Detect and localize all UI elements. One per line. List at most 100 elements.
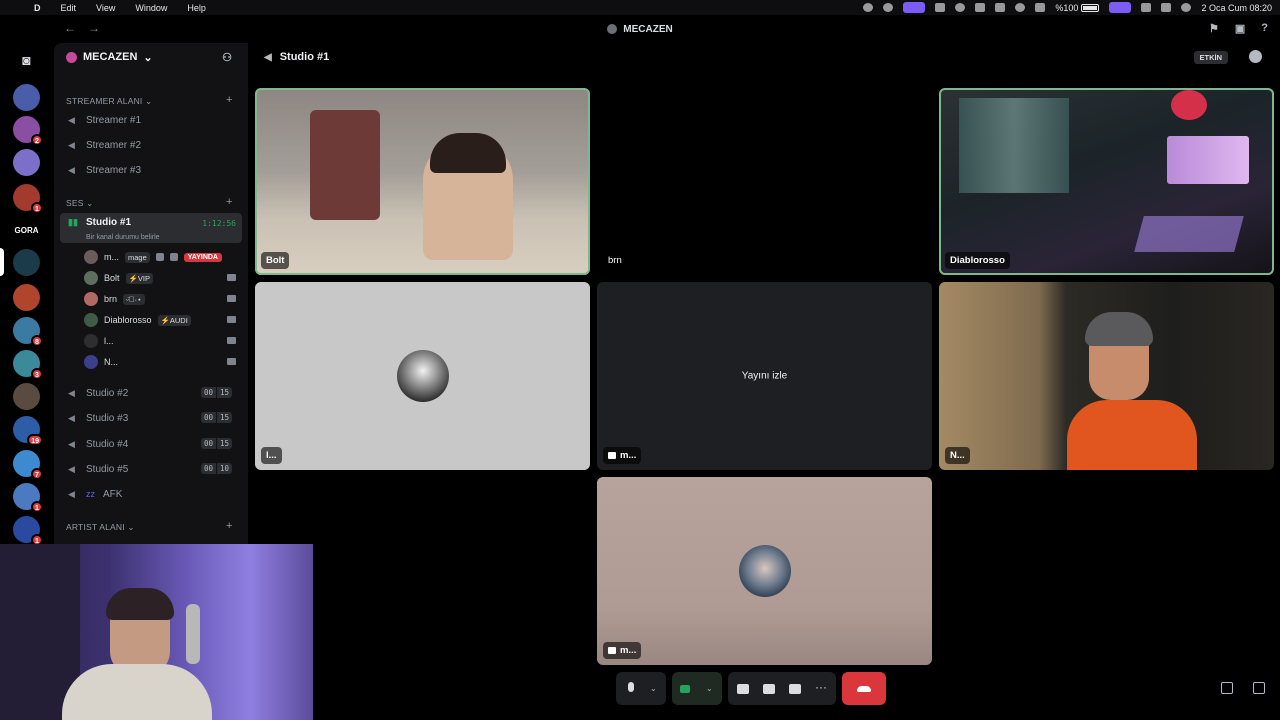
channel-status-prompt[interactable]: Bir kanal durumu belirle — [86, 234, 160, 241]
star-icon[interactable] — [975, 3, 986, 12]
server-icon-13[interactable]: 1 — [13, 483, 43, 513]
voice-member[interactable]: Diablorosso ⚡AUDI — [84, 310, 240, 330]
participant-name: l... — [261, 447, 282, 464]
server-icon-10[interactable] — [13, 383, 40, 410]
discord-home-icon[interactable]: ◙ — [13, 47, 40, 74]
server-icon-14[interactable]: 1 — [13, 516, 43, 546]
video-hat — [1085, 312, 1153, 346]
voice-channel-streamer-3[interactable]: ◀ Streamer #3 — [60, 159, 242, 181]
voice-member[interactable]: m... mage YAYINDA — [84, 247, 240, 267]
video-tile[interactable]: m... — [597, 477, 932, 665]
back-arrow-icon[interactable]: ← — [64, 21, 76, 35]
fullscreen-icon[interactable] — [1253, 682, 1265, 694]
watch-stream-button[interactable]: Yayını izle — [731, 364, 798, 388]
server-icon-7[interactable] — [13, 284, 40, 311]
speaker-icon: ◀ — [68, 488, 75, 499]
menu-app-name[interactable]: D — [24, 3, 51, 13]
invite-people-icon[interactable]: ⚇ — [222, 51, 232, 64]
chevron-down-icon[interactable]: ⌄ — [650, 682, 658, 696]
menu-bar-tray: %100 2 Oca Cum 08:20 — [863, 0, 1272, 15]
server-icon-2[interactable]: 2 — [13, 116, 43, 146]
voice-member[interactable]: Bolt ⚡VIP — [84, 268, 240, 288]
chat-bubble-icon[interactable] — [1249, 50, 1262, 63]
video-tile[interactable]: Bolt — [255, 88, 590, 275]
keyboard-icon[interactable] — [995, 3, 1006, 12]
inbox-icon[interactable]: ▣ — [1235, 22, 1245, 35]
voice-channel-streamer-1[interactable]: ◀ Streamer #1 — [60, 109, 242, 131]
battery-indicator[interactable]: %100 — [1055, 2, 1100, 13]
speaker-icon: ◀ — [68, 412, 75, 423]
video-tile[interactable]: N... — [939, 282, 1274, 470]
camera-icon[interactable] — [680, 682, 694, 696]
grid-icon[interactable] — [935, 3, 946, 12]
voice-member[interactable]: N... — [84, 352, 240, 372]
more-options-icon[interactable]: ··· — [814, 681, 828, 696]
user-limit: 15 — [216, 412, 232, 423]
record-icon[interactable] — [863, 3, 874, 12]
server-icon-11[interactable]: 19 — [13, 416, 43, 446]
server-icon-mecazen[interactable] — [13, 249, 40, 276]
microphone-icon[interactable] — [624, 681, 638, 696]
video-shirt — [1067, 400, 1197, 470]
screen-share-indicator-icon[interactable] — [903, 2, 926, 13]
play-icon[interactable] — [955, 3, 966, 12]
speaker-icon: ◀ — [68, 438, 75, 449]
battery-percent: %100 — [1055, 2, 1079, 13]
add-channel-icon[interactable]: + — [226, 94, 233, 106]
category-ses[interactable]: SES ⌄ + — [66, 196, 232, 209]
voice-member[interactable]: l... — [84, 331, 240, 351]
voice-channel-studio-1[interactable]: ▮▮ Studio #1 1:12:56 Bir kanal durumu be… — [60, 213, 242, 243]
menu-edit[interactable]: Edit — [51, 3, 87, 13]
control-icon[interactable] — [1035, 3, 1046, 12]
popout-icon[interactable] — [1221, 682, 1233, 694]
server-icon-3[interactable] — [13, 149, 40, 176]
menu-window[interactable]: Window — [125, 3, 177, 13]
muted-icon — [155, 253, 164, 261]
stream-tile[interactable]: Yayını izle m... — [597, 282, 932, 470]
flag-icon[interactable]: ⚑ — [1209, 22, 1219, 35]
server-icon-gora[interactable]: GORA — [13, 217, 40, 244]
window-title-text: MECAZEN — [623, 23, 673, 35]
wifi-icon[interactable] — [1141, 3, 1152, 12]
voice-channel-studio-5[interactable]: ◀ Studio #5 00 10 — [60, 458, 242, 480]
member-name: l... — [104, 336, 114, 346]
voice-channel-studio-4[interactable]: ◀ Studio #4 00 15 — [60, 433, 242, 455]
spotlight-search-icon[interactable] — [1015, 3, 1026, 12]
video-tile[interactable]: brn — [597, 88, 932, 275]
chevron-down-icon[interactable]: ⌄ — [706, 682, 714, 696]
soundboard-icon[interactable] — [788, 682, 802, 696]
voice-channel-studio-3[interactable]: ◀ Studio #3 00 15 — [60, 407, 242, 429]
member-name: brn — [104, 294, 118, 304]
forward-arrow-icon[interactable]: → — [88, 21, 100, 35]
app-tray-icon[interactable] — [883, 3, 894, 12]
history-nav: ← → — [64, 21, 100, 35]
menu-bar-clock[interactable]: 2 Oca Cum 08:20 — [1201, 3, 1272, 13]
siri-icon[interactable] — [1181, 3, 1192, 12]
add-channel-icon[interactable]: + — [226, 520, 233, 532]
user-limit: 15 — [216, 438, 232, 449]
activity-badge[interactable]: ETKİN — [1193, 51, 1228, 64]
menu-view[interactable]: View — [86, 3, 125, 13]
control-center-icon[interactable] — [1161, 3, 1172, 12]
server-icon-8[interactable]: 8 — [13, 317, 43, 347]
server-name-header[interactable]: MECAZEN ⌄ ⚇ — [54, 43, 248, 71]
video-tile[interactable]: Diablorosso — [939, 88, 1274, 275]
voice-channel-streamer-2[interactable]: ◀ Streamer #2 — [60, 134, 242, 156]
category-streamer[interactable]: STREAMER ALANI ⌄ + — [66, 94, 232, 107]
menu-help[interactable]: Help — [177, 3, 216, 13]
screen-share-icon[interactable] — [736, 682, 750, 696]
server-icon-4[interactable]: 1 — [13, 184, 43, 214]
voice-member[interactable]: brn ᵕ̈⃝·⋆ — [84, 289, 240, 309]
stage-manager-icon[interactable] — [1109, 2, 1132, 13]
server-icon-9[interactable]: 3 — [13, 350, 43, 380]
disconnect-button[interactable] — [842, 672, 886, 705]
help-icon[interactable]: ? — [1261, 22, 1268, 35]
server-icon-1[interactable] — [13, 84, 40, 111]
voice-channel-afk[interactable]: ◀ zz AFK — [60, 483, 242, 505]
category-artist[interactable]: ARTIST ALANI ⌄ + — [66, 520, 232, 533]
video-tile[interactable]: l... — [255, 282, 590, 470]
add-channel-icon[interactable]: + — [226, 196, 233, 208]
activities-icon[interactable] — [762, 682, 776, 696]
server-icon-12[interactable]: 7 — [13, 450, 43, 480]
voice-channel-studio-2[interactable]: ◀ Studio #2 00 15 — [60, 382, 242, 404]
